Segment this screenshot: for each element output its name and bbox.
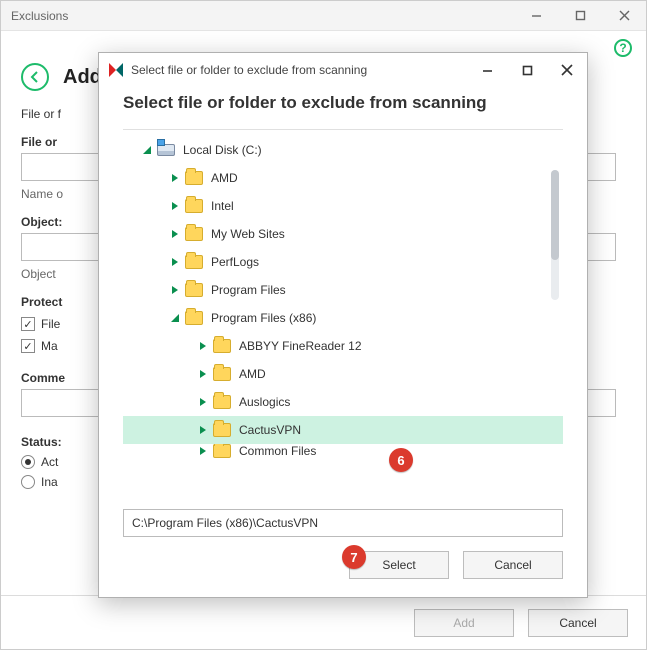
- expand-icon[interactable]: [169, 173, 181, 183]
- checkbox-file-label: File: [41, 317, 60, 331]
- expand-icon[interactable]: [169, 229, 181, 239]
- select-file-dialog: Select file or folder to exclude from sc…: [98, 52, 588, 598]
- folder-icon: [185, 311, 203, 325]
- help-icon[interactable]: ?: [614, 39, 632, 57]
- tree-row-item-10[interactable]: CactusVPN: [123, 416, 563, 444]
- tree-row-item-3[interactable]: My Web Sites: [123, 220, 563, 248]
- kaspersky-logo-icon: [109, 63, 123, 77]
- tree-item-label: Auslogics: [239, 395, 290, 409]
- folder-icon: [185, 255, 203, 269]
- dlg-heading: Select file or folder to exclude from sc…: [99, 87, 587, 129]
- tree-item-label: Local Disk (C:): [183, 143, 262, 157]
- back-button[interactable]: [21, 63, 49, 91]
- bg-close-button[interactable]: [602, 1, 646, 31]
- tree-row-item-7[interactable]: ABBYY FineReader 12: [123, 332, 563, 360]
- dlg-close-button[interactable]: [547, 53, 587, 87]
- folder-icon: [213, 423, 231, 437]
- radio-active-label: Act: [41, 455, 58, 469]
- folder-icon: [213, 339, 231, 353]
- dlg-cancel-button[interactable]: Cancel: [463, 551, 563, 579]
- tree-scrollbar-thumb[interactable]: [551, 170, 559, 260]
- folder-icon: [185, 171, 203, 185]
- checkbox-file[interactable]: [21, 317, 35, 331]
- bg-cancel-button[interactable]: Cancel: [528, 609, 628, 637]
- path-input[interactable]: [123, 509, 563, 537]
- tree-row-item-9[interactable]: Auslogics: [123, 388, 563, 416]
- tree-row-item-8[interactable]: AMD: [123, 360, 563, 388]
- tree-scrollbar[interactable]: [551, 170, 559, 300]
- tree-row-item-2[interactable]: Intel: [123, 192, 563, 220]
- dlg-minimize-button[interactable]: [467, 53, 507, 87]
- expand-icon[interactable]: [197, 425, 209, 435]
- folder-tree: Local Disk (C:) AMD Intel My Web Sites PerfL…: [123, 129, 563, 481]
- expand-icon[interactable]: [197, 369, 209, 379]
- tree-row-item-6[interactable]: Program Files (x86): [123, 304, 563, 332]
- tree-item-label: Common Files: [239, 444, 316, 458]
- folder-icon: [213, 367, 231, 381]
- tree-row-item-1[interactable]: AMD: [123, 164, 563, 192]
- tree-item-label: AMD: [239, 367, 266, 381]
- tree-item-label: ABBYY FineReader 12: [239, 339, 362, 353]
- tree-row-item-11[interactable]: Common Files: [123, 444, 563, 458]
- radio-inactive-label: Ina: [41, 475, 58, 489]
- expand-icon[interactable]: [197, 397, 209, 407]
- annotation-badge-6: 6: [389, 448, 413, 472]
- page-title: Add: [63, 66, 102, 89]
- folder-icon: [185, 199, 203, 213]
- tree-item-label: PerfLogs: [211, 255, 259, 269]
- add-button[interactable]: Add: [414, 609, 514, 637]
- bg-maximize-button[interactable]: [558, 1, 602, 31]
- bg-bottom-bar: Add Cancel: [1, 595, 646, 649]
- expand-icon[interactable]: [169, 201, 181, 211]
- checkbox-ma-label: Ma: [41, 339, 58, 353]
- expand-icon[interactable]: [169, 313, 181, 323]
- drive-icon: [157, 144, 175, 156]
- tree-item-label: Program Files: [211, 283, 286, 297]
- folder-icon: [185, 283, 203, 297]
- folder-icon: [213, 444, 231, 458]
- dlg-titlebar: Select file or folder to exclude from sc…: [99, 53, 587, 87]
- tree-item-label: My Web Sites: [211, 227, 285, 241]
- bg-window-title: Exclusions: [11, 9, 68, 23]
- tree-row-item-4[interactable]: PerfLogs: [123, 248, 563, 276]
- checkbox-ma[interactable]: [21, 339, 35, 353]
- tree-item-label: AMD: [211, 171, 238, 185]
- expand-icon[interactable]: [197, 446, 209, 456]
- tree-row-item-5[interactable]: Program Files: [123, 276, 563, 304]
- bg-minimize-button[interactable]: [514, 1, 558, 31]
- expand-icon[interactable]: [197, 341, 209, 351]
- radio-active[interactable]: [21, 455, 35, 469]
- tree-item-label: Program Files (x86): [211, 311, 316, 325]
- folder-icon: [185, 227, 203, 241]
- expand-icon[interactable]: [141, 145, 153, 155]
- folder-icon: [213, 395, 231, 409]
- expand-icon[interactable]: [169, 257, 181, 267]
- annotation-badge-7: 7: [342, 545, 366, 569]
- dlg-maximize-button[interactable]: [507, 53, 547, 87]
- tree-row-root[interactable]: Local Disk (C:): [123, 136, 563, 164]
- tree-item-label: CactusVPN: [239, 423, 301, 437]
- dlg-window-title: Select file or folder to exclude from sc…: [131, 63, 367, 77]
- expand-icon[interactable]: [169, 285, 181, 295]
- tree-item-label: Intel: [211, 199, 234, 213]
- radio-inactive[interactable]: [21, 475, 35, 489]
- bg-titlebar: Exclusions: [1, 1, 646, 31]
